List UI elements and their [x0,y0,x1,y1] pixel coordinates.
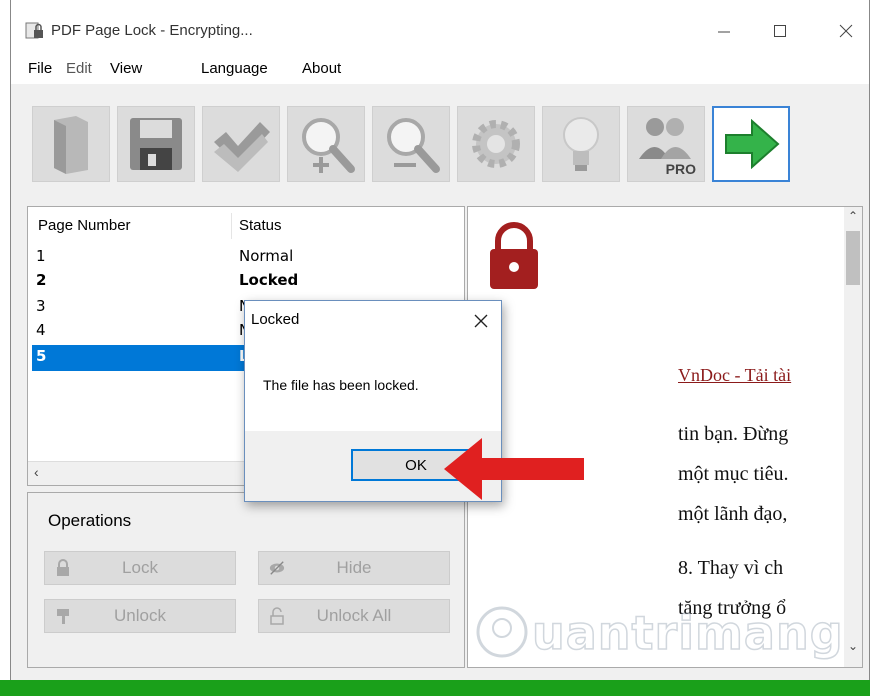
locked-page-icon [490,222,538,289]
title-bar: PDF Page Lock - Encrypting... [11,0,869,54]
page-number: 1 [36,247,46,265]
hide-button[interactable]: Hide [258,551,450,585]
list-header: Page Number Status [28,207,464,243]
minimize-button[interactable] [701,14,747,48]
pro-button[interactable]: PRO [627,106,705,182]
annotation-arrow-icon [444,438,584,500]
operations-panel: Operations Lock Hide Unlock Unlock All [27,492,465,668]
hide-eye-icon [269,561,285,575]
page-number: 2 [36,271,47,289]
unlock-button[interactable]: Unlock [44,599,236,633]
menu-bar: File Edit View Language About [11,54,869,84]
maximize-button[interactable] [757,14,803,48]
vertical-scrollbar[interactable]: ⌃ ⌄ [844,207,862,667]
lightbulb-icon [563,117,599,171]
scroll-left-icon[interactable]: ‹ [34,464,39,480]
scroll-up-icon[interactable]: ⌃ [848,209,858,223]
preview-line: một lãnh đạo, [678,503,788,525]
column-divider[interactable] [231,213,232,239]
maximize-icon [774,25,786,37]
menu-file[interactable]: File [28,60,52,77]
app-lock-icon [25,22,43,39]
preview-line: tin bạn. Đừng [678,423,789,445]
unlock-all-label: Unlock All [316,606,392,625]
operations-title: Operations [48,511,132,530]
window-title: PDF Page Lock - Encrypting... [51,22,253,39]
save-button[interactable] [117,106,195,182]
open-button[interactable] [32,106,110,182]
page-number: 5 [36,347,47,365]
close-icon [474,314,488,328]
unlock-all-icon [270,607,284,625]
go-arrow-icon [725,119,780,169]
settings-icon [472,120,520,168]
lock-label: Lock [122,558,158,577]
check-all-button[interactable] [202,106,280,182]
menu-view[interactable]: View [110,60,142,77]
zoom-in-button[interactable] [287,106,365,182]
zoom-out-button[interactable] [372,106,450,182]
zoom-out-icon [387,118,440,173]
unlock-label: Unlock [114,606,166,625]
table-row[interactable]: 1 Normal [32,245,462,271]
toolbar: PRO [11,84,869,198]
go-button[interactable] [712,106,790,182]
watermark-text: uantrimang [531,605,844,661]
close-icon [839,24,853,38]
menu-language[interactable]: Language [201,60,268,77]
page-status: Locked [239,271,299,289]
scroll-down-icon[interactable]: ⌄ [848,639,858,653]
minimize-icon [718,31,730,33]
status-bar [0,680,870,696]
menu-edit[interactable]: Edit [66,60,92,77]
page-number: 4 [36,321,46,339]
scroll-thumb[interactable] [846,231,860,285]
dialog-message: The file has been locked. [263,377,419,393]
preview-line: một mục tiêu. [678,463,789,485]
lock-button[interactable]: Lock [44,551,236,585]
settings-button[interactable] [457,106,535,182]
dialog-title: Locked [251,311,300,328]
page-status: Normal [239,247,294,265]
preview-line: 8. Thay vì ch [678,557,784,579]
close-button[interactable] [823,14,869,48]
pro-label: PRO [665,161,696,177]
zoom-in-icon [302,118,355,173]
unlock-all-button[interactable]: Unlock All [258,599,450,633]
column-status[interactable]: Status [239,217,282,234]
hide-label: Hide [336,558,372,577]
unlock-icon [57,609,69,624]
preview-link[interactable]: VnDoc - Tải tài [678,365,791,386]
page-number: 3 [36,297,46,315]
dialog-close-button[interactable] [473,307,489,335]
open-icon [54,116,88,174]
watermark: uantrimang [474,604,844,664]
menu-about[interactable]: About [302,60,341,77]
table-row[interactable]: 2 Locked [32,269,462,295]
tips-button[interactable] [542,106,620,182]
lock-icon [57,559,69,576]
column-page-number[interactable]: Page Number [38,217,131,234]
check-all-icon [214,122,270,172]
watermark-bulb-icon [476,606,528,658]
save-icon [130,118,182,170]
